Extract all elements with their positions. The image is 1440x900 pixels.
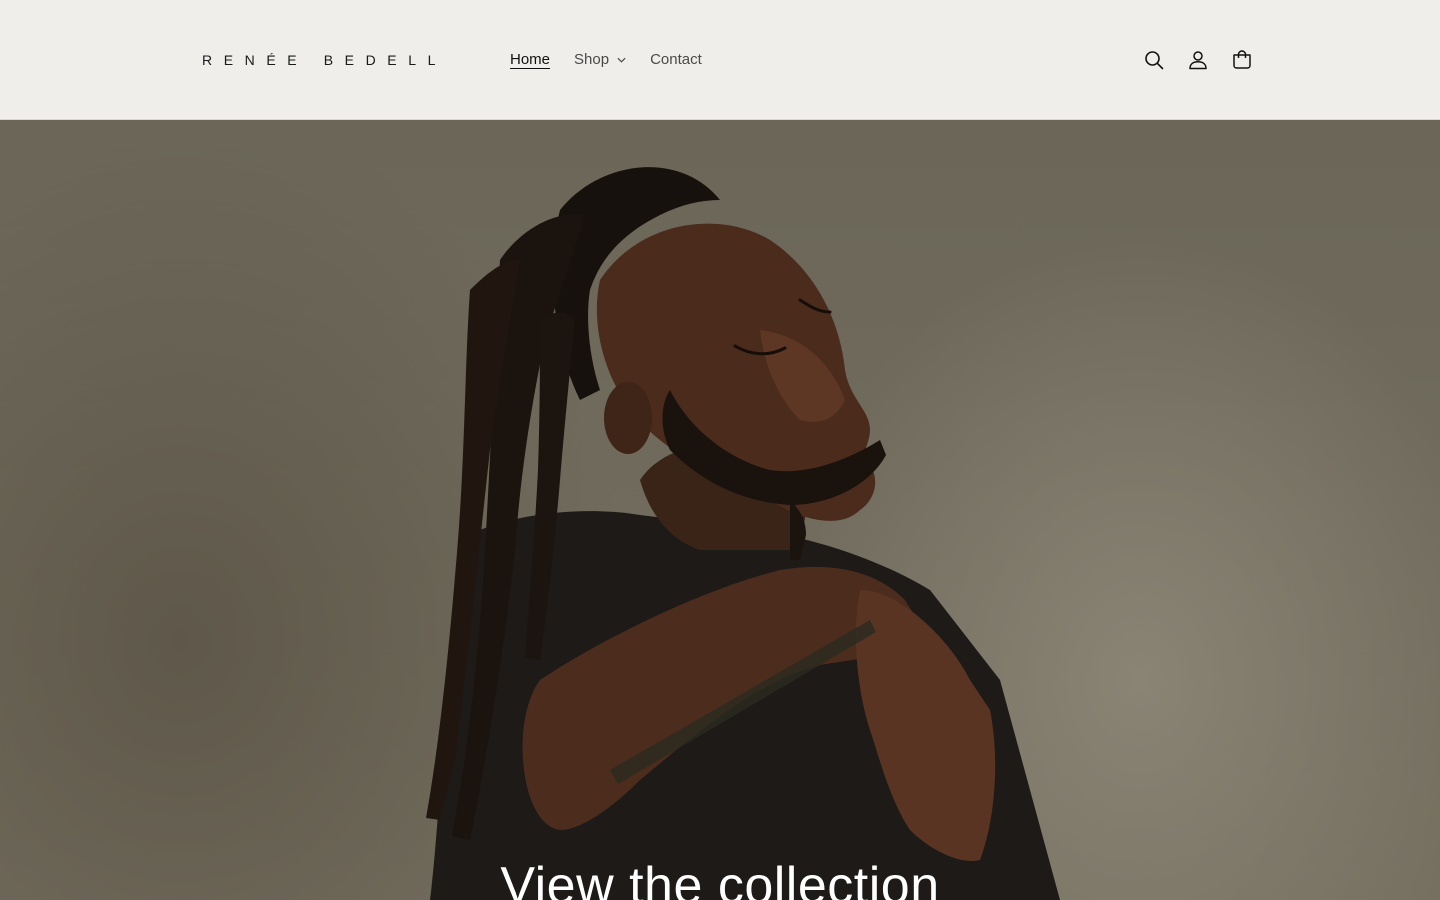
hero-image bbox=[426, 167, 1060, 900]
nav-contact[interactable]: Contact bbox=[638, 51, 714, 68]
nav-contact-label: Contact bbox=[650, 51, 702, 68]
cart-icon bbox=[1233, 50, 1251, 69]
hero-heading: View the collection bbox=[500, 857, 940, 900]
account-button[interactable] bbox=[1176, 38, 1220, 82]
main-nav: Home Shop Contact bbox=[498, 0, 714, 119]
search-icon bbox=[1145, 51, 1164, 70]
nav-home-label: Home bbox=[510, 51, 551, 68]
brand-logo[interactable]: RENÉE BEDELL bbox=[202, 52, 447, 68]
nav-shop[interactable]: Shop bbox=[562, 51, 638, 68]
site-header: RENÉE BEDELL Home Shop Contact bbox=[0, 0, 1440, 120]
nav-shop-label: Shop bbox=[574, 51, 610, 68]
hero-banner: View the collection bbox=[0, 120, 1440, 900]
nav-home[interactable]: Home bbox=[498, 51, 562, 68]
cart-button[interactable] bbox=[1220, 38, 1264, 82]
chevron-down-icon bbox=[617, 57, 626, 63]
account-icon bbox=[1189, 51, 1207, 70]
header-icons bbox=[1132, 38, 1264, 82]
search-button[interactable] bbox=[1132, 38, 1176, 82]
